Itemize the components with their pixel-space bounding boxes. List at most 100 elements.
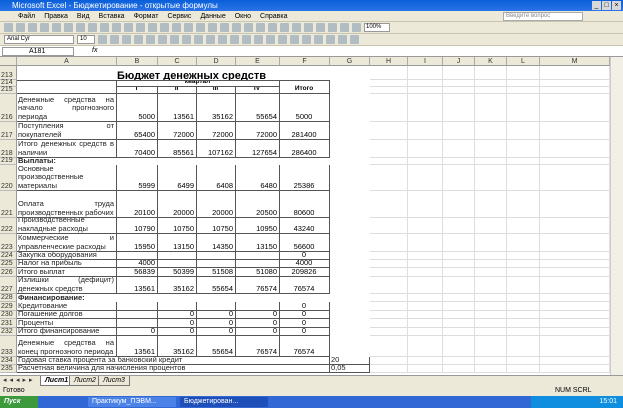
cell[interactable] (370, 277, 408, 294)
cell[interactable] (408, 87, 443, 94)
value-cell[interactable]: 51080 (236, 268, 280, 277)
cell[interactable] (475, 302, 507, 311)
value-cell[interactable]: 20100 (117, 191, 158, 218)
row-header[interactable]: 227 (0, 277, 17, 294)
cell[interactable] (540, 87, 610, 94)
task-practicum[interactable]: Практикум_ПЭВМ... (88, 397, 176, 407)
row-header[interactable]: 230 (0, 311, 17, 319)
cell[interactable] (475, 87, 507, 94)
toolbar-button-icon[interactable] (328, 23, 337, 32)
cell[interactable] (540, 302, 610, 311)
rate-value[interactable]: 20 (330, 357, 370, 365)
task-excel[interactable]: Бюджетирован... (180, 397, 268, 407)
cell[interactable] (370, 122, 408, 140)
cell[interactable] (540, 218, 610, 234)
cell[interactable] (443, 234, 475, 252)
format-button-icon[interactable] (326, 35, 335, 44)
cell[interactable] (408, 319, 443, 328)
format-button-icon[interactable] (206, 35, 215, 44)
cell[interactable] (540, 268, 610, 277)
start-button[interactable]: Пуск (0, 396, 38, 408)
value-cell[interactable]: 6499 (158, 165, 197, 191)
zoom-select[interactable]: 100% (364, 23, 390, 32)
cell[interactable] (475, 234, 507, 252)
value-cell[interactable]: 0 (117, 328, 158, 336)
cell[interactable] (408, 80, 443, 87)
cell[interactable] (443, 357, 475, 365)
toolbar-button-icon[interactable] (172, 23, 181, 32)
cell[interactable] (408, 328, 443, 336)
cell[interactable] (443, 311, 475, 319)
value-cell[interactable]: 13561 (158, 94, 197, 122)
toolbar-button-icon[interactable] (292, 23, 301, 32)
minimize-button[interactable]: _ (592, 1, 601, 10)
cell[interactable] (443, 277, 475, 294)
value-cell[interactable] (236, 252, 280, 260)
value-cell[interactable]: 56600 (280, 234, 330, 252)
toolbar-button-icon[interactable] (136, 23, 145, 32)
value-cell[interactable]: 35162 (158, 277, 197, 294)
cell[interactable] (408, 277, 443, 294)
value-cell[interactable] (117, 302, 158, 311)
format-button-icon[interactable] (266, 35, 275, 44)
cell[interactable] (443, 122, 475, 140)
cell[interactable] (475, 357, 507, 365)
toolbar-button-icon[interactable] (88, 23, 97, 32)
value-cell[interactable] (197, 252, 236, 260)
value-cell[interactable]: 0 (158, 311, 197, 319)
row-header[interactable]: 226 (0, 268, 17, 277)
value-cell[interactable]: 6480 (236, 165, 280, 191)
toolbar-button-icon[interactable] (352, 23, 361, 32)
cell[interactable] (443, 252, 475, 260)
cell[interactable] (507, 158, 540, 165)
cell[interactable] (475, 94, 507, 122)
cell[interactable] (443, 140, 475, 158)
value-cell[interactable]: 55654 (197, 277, 236, 294)
column-header-L[interactable]: L (507, 57, 540, 66)
toolbar-button-icon[interactable] (232, 23, 241, 32)
name-box[interactable]: A181 (2, 47, 74, 56)
row-header[interactable]: 233 (0, 336, 17, 357)
cell[interactable] (540, 94, 610, 122)
cell[interactable] (408, 302, 443, 311)
row-header[interactable]: 218 (0, 140, 17, 158)
cell[interactable] (507, 311, 540, 319)
sheet-tab-3[interactable]: Лист3 (98, 376, 130, 386)
value-cell[interactable]: 76574 (236, 336, 280, 357)
value-cell[interactable]: 13561 (117, 277, 158, 294)
toolbar-button-icon[interactable] (28, 23, 37, 32)
value-cell[interactable] (236, 260, 280, 268)
value-cell[interactable]: 65400 (117, 122, 158, 140)
cell[interactable] (443, 328, 475, 336)
cell[interactable] (408, 234, 443, 252)
cell[interactable] (408, 311, 443, 319)
value-cell[interactable]: 281400 (280, 122, 330, 140)
value-cell[interactable]: 13150 (158, 234, 197, 252)
row-header[interactable]: 232 (0, 328, 17, 336)
cell[interactable] (540, 158, 610, 165)
cell[interactable] (443, 260, 475, 268)
cell[interactable] (408, 268, 443, 277)
cell[interactable] (507, 66, 540, 80)
cell[interactable] (408, 122, 443, 140)
cell[interactable] (475, 122, 507, 140)
cell[interactable] (370, 165, 408, 191)
column-header-C[interactable]: C (158, 57, 197, 66)
cell[interactable] (507, 218, 540, 234)
row-header[interactable]: 223 (0, 234, 17, 252)
cell[interactable] (507, 268, 540, 277)
value-cell[interactable]: 0 (197, 319, 236, 328)
cell[interactable] (370, 260, 408, 268)
value-cell[interactable]: 76574 (280, 277, 330, 294)
cell[interactable] (475, 328, 507, 336)
format-button-icon[interactable] (302, 35, 311, 44)
toolbar-button-icon[interactable] (148, 23, 157, 32)
format-button-icon[interactable] (230, 35, 239, 44)
value-cell[interactable]: 0 (280, 319, 330, 328)
value-cell[interactable]: 85561 (158, 140, 197, 158)
cell[interactable] (408, 66, 443, 80)
value-cell[interactable]: 209826 (280, 268, 330, 277)
cell[interactable] (443, 165, 475, 191)
value-cell[interactable]: 6408 (197, 165, 236, 191)
column-header-B[interactable]: B (117, 57, 158, 66)
